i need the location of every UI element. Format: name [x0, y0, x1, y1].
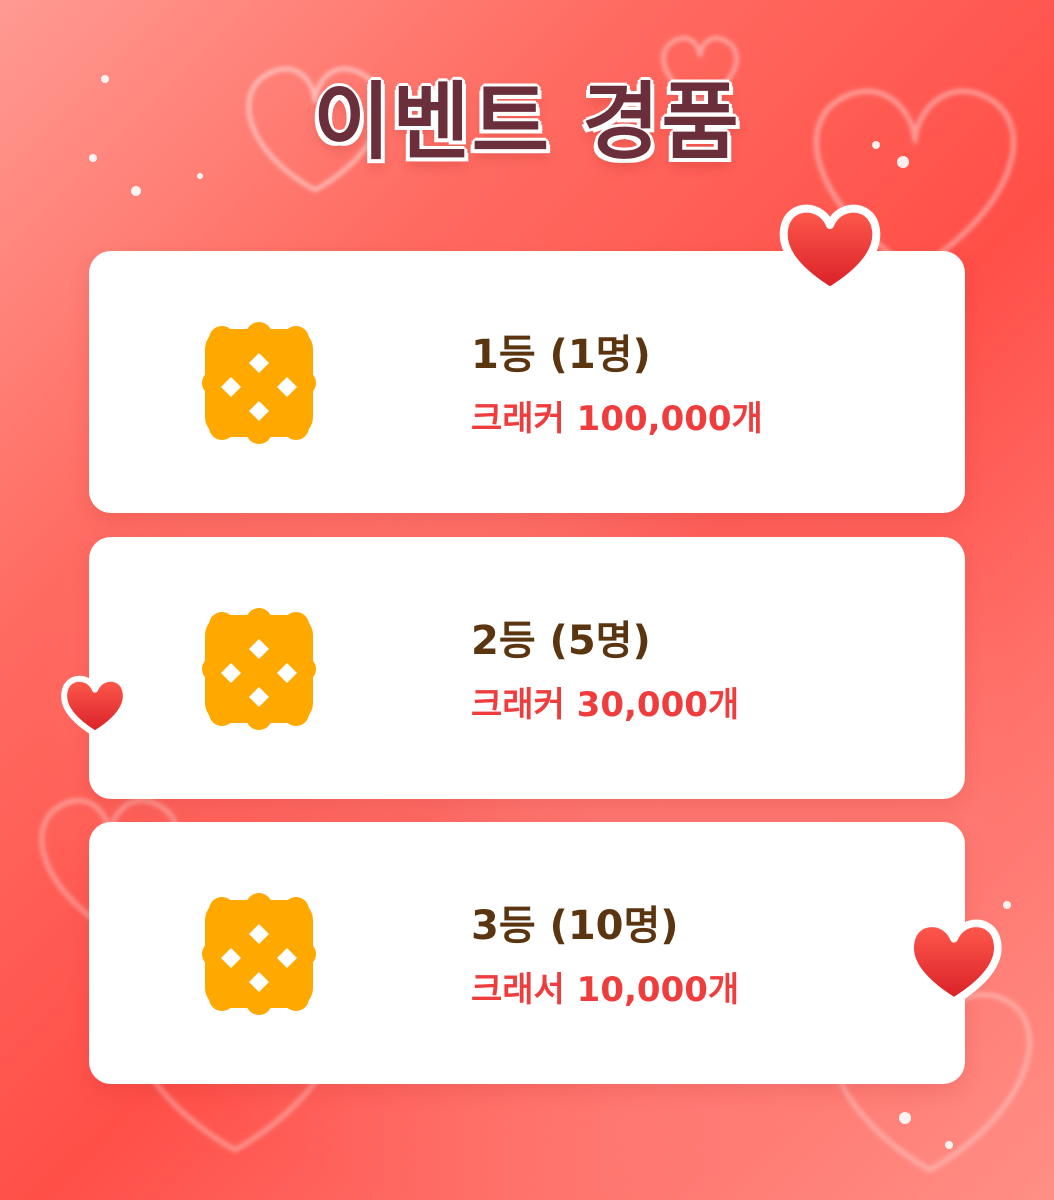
prize-card-second: 2등 (5명) 크래커 30,000개: [89, 537, 965, 799]
sparkle-icon: [899, 1112, 911, 1124]
sparkle-icon: [197, 173, 203, 179]
event-prize-page: 이벤트 경품 1등 (1명) 크래커 100,000개 2등 (5명) 크래커 …: [0, 0, 1054, 1200]
sparkle-icon: [1003, 901, 1011, 909]
prize-rank-second: 2등 (5명): [471, 618, 651, 664]
cracker-icon: [197, 892, 321, 1016]
prize-rank-third: 3등 (10명): [471, 903, 679, 949]
heart-icon: [906, 919, 1002, 1006]
cracker-icon: [197, 607, 321, 731]
prize-item-third: 크래서 10,000개: [471, 970, 740, 1010]
page-title: 이벤트 경품: [312, 73, 741, 171]
cracker-icon: [197, 321, 321, 445]
heart-icon: [779, 204, 881, 295]
prize-rank-first: 1등 (1명): [471, 332, 651, 378]
heart-icon: [61, 675, 129, 737]
prize-item-second: 크래커 30,000개: [471, 685, 740, 725]
sparkle-icon: [131, 186, 141, 196]
sparkle-icon: [945, 1141, 953, 1149]
prize-card-third: 3등 (10명) 크래서 10,000개: [89, 822, 965, 1084]
prize-item-first: 크래커 100,000개: [471, 399, 763, 439]
